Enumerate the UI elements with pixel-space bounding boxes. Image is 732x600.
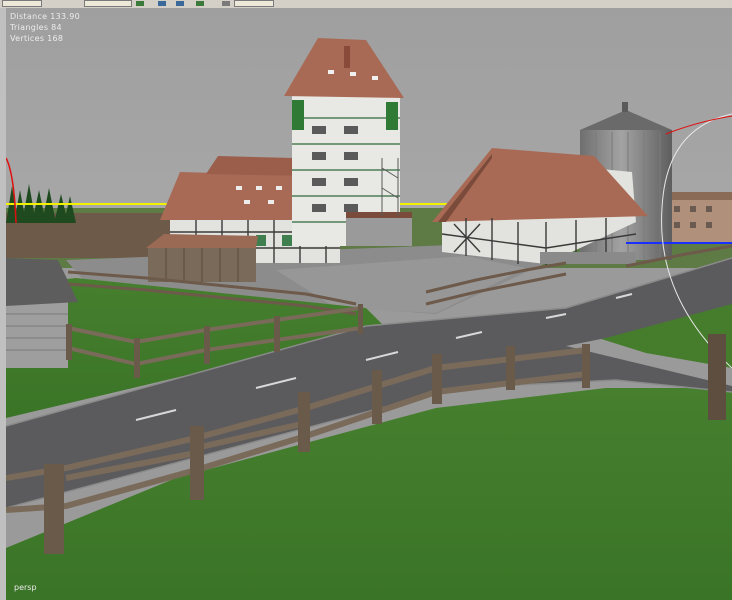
tree-stump	[708, 334, 726, 420]
scale-tool-icon[interactable]	[196, 1, 204, 6]
3d-viewport[interactable]: Distance 133.90 Triangles 84 Vertices 16…	[6, 8, 732, 600]
stat-triangles: Triangles 84	[10, 23, 62, 32]
toolbar-group-view[interactable]	[84, 0, 132, 7]
stat-distance: Distance 133.90	[10, 12, 81, 21]
snap-tool-icon[interactable]	[234, 0, 274, 7]
rotate-tool-icon[interactable]	[176, 1, 184, 6]
stat-vertices: Vertices 168	[10, 34, 64, 43]
wooden-shed	[146, 234, 258, 282]
toolbar-group-left[interactable]	[2, 0, 42, 7]
move-tool-icon[interactable]	[158, 1, 166, 6]
select-tool-icon[interactable]	[136, 1, 144, 6]
distant-building	[664, 192, 732, 242]
camera-label: persp	[14, 583, 37, 592]
scene-render[interactable]	[6, 8, 732, 600]
camera-tool-icon[interactable]	[222, 1, 230, 6]
editor-window: Distance 133.90 Triangles 84 Vertices 16…	[0, 0, 732, 600]
